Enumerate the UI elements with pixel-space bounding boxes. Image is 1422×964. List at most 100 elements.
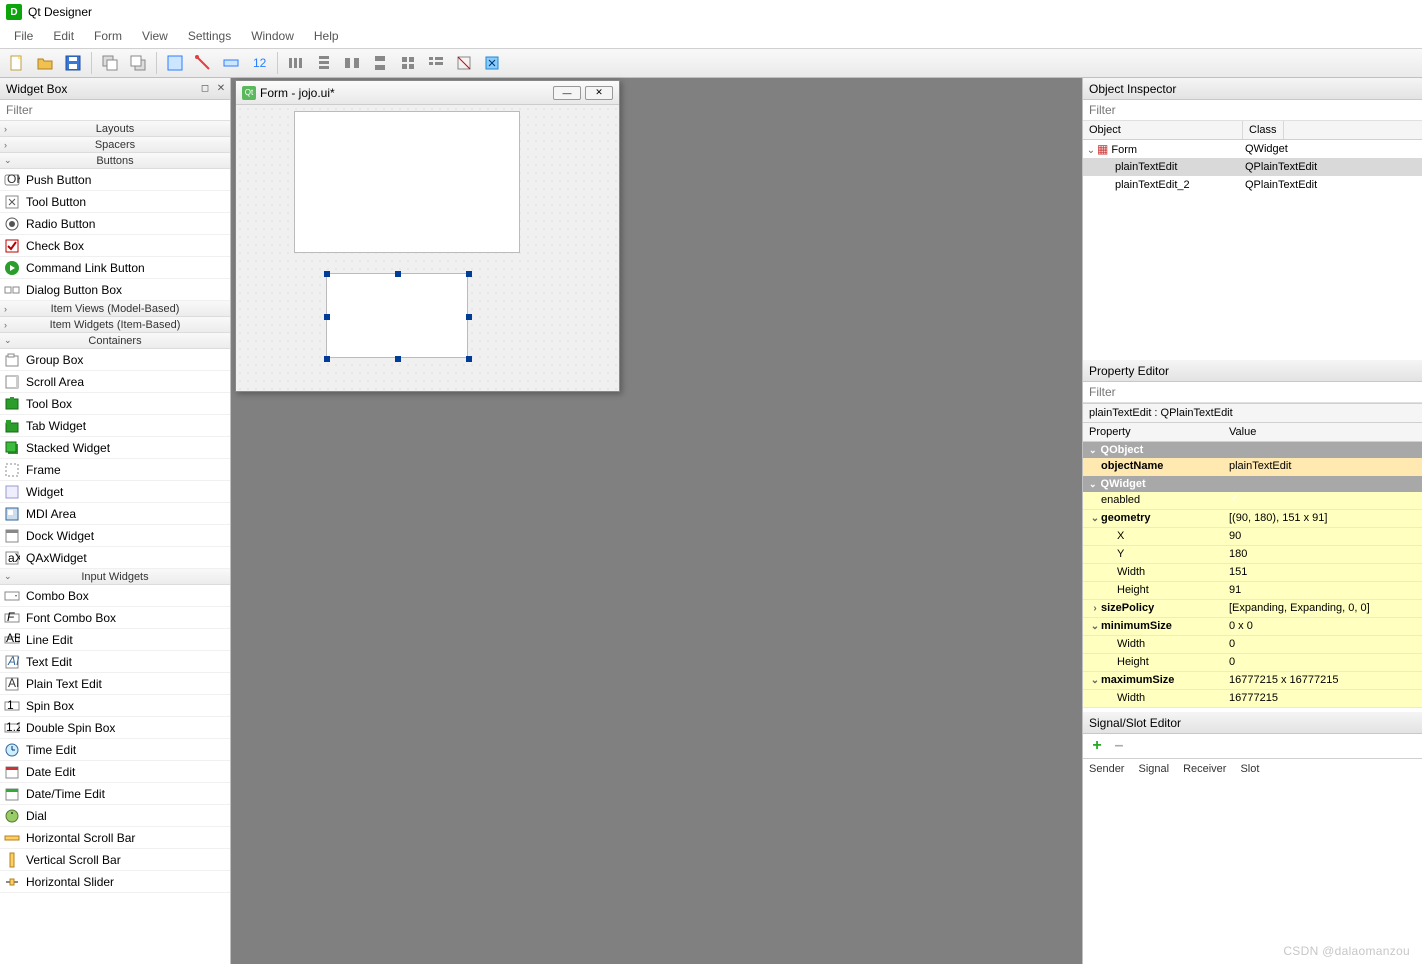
layout-hsplit-icon[interactable] bbox=[339, 50, 365, 76]
adjust-size-icon[interactable] bbox=[479, 50, 505, 76]
canvas-widget[interactable] bbox=[294, 111, 520, 253]
widget-item[interactable]: AIPlain Text Edit bbox=[0, 673, 230, 695]
close-icon[interactable]: ✕ bbox=[214, 82, 228, 96]
widget-item[interactable]: Group Box bbox=[0, 349, 230, 371]
category-layouts[interactable]: ›Layouts bbox=[0, 121, 230, 137]
edit-widgets-icon[interactable] bbox=[162, 50, 188, 76]
property-row[interactable]: Width151 bbox=[1083, 564, 1422, 582]
add-icon[interactable]: + bbox=[1089, 738, 1105, 754]
form-canvas[interactable] bbox=[236, 105, 619, 391]
category-spacers[interactable]: ›Spacers bbox=[0, 137, 230, 153]
widget-item[interactable]: Vertical Scroll Bar bbox=[0, 849, 230, 871]
widget-item[interactable]: Horizontal Scroll Bar bbox=[0, 827, 230, 849]
menu-window[interactable]: Window bbox=[241, 25, 304, 47]
new-icon[interactable] bbox=[4, 50, 30, 76]
minimize-icon[interactable]: — bbox=[553, 86, 581, 100]
inspector-tree[interactable]: ⌄▦ FormQWidgetplainTextEditQPlainTextEdi… bbox=[1083, 140, 1422, 360]
widget-item[interactable]: Stacked Widget bbox=[0, 437, 230, 459]
edit-signals-icon[interactable] bbox=[190, 50, 216, 76]
bring-front-icon[interactable] bbox=[125, 50, 151, 76]
property-group[interactable]: ⌄QObject bbox=[1083, 442, 1422, 458]
property-row[interactable]: Width0 bbox=[1083, 636, 1422, 654]
widget-box-filter[interactable] bbox=[0, 100, 230, 121]
resize-handle[interactable] bbox=[466, 271, 472, 277]
inspector-col-object[interactable]: Object bbox=[1083, 121, 1243, 139]
property-row[interactable]: ⌄geometry[(90, 180), 151 x 91] bbox=[1083, 510, 1422, 528]
widget-item[interactable]: aXQAxWidget bbox=[0, 547, 230, 569]
float-icon[interactable]: ◻ bbox=[198, 82, 212, 96]
sig-col-slot[interactable]: Slot bbox=[1240, 763, 1259, 775]
widget-item[interactable]: Radio Button bbox=[0, 213, 230, 235]
widget-item[interactable]: MDI Area bbox=[0, 503, 230, 525]
menu-view[interactable]: View bbox=[132, 25, 178, 47]
form-window-titlebar[interactable]: Qt Form - jojo.ui* — ✕ bbox=[236, 81, 619, 105]
widget-item[interactable]: AIText Edit bbox=[0, 651, 230, 673]
widget-item[interactable]: Scroll Area bbox=[0, 371, 230, 393]
widget-item[interactable]: OKPush Button bbox=[0, 169, 230, 191]
widget-item[interactable]: Frame bbox=[0, 459, 230, 481]
layout-vsplit-icon[interactable] bbox=[367, 50, 393, 76]
property-row[interactable]: Height0 bbox=[1083, 654, 1422, 672]
widget-item[interactable]: Dialog Button Box bbox=[0, 279, 230, 301]
property-row[interactable]: Y180 bbox=[1083, 546, 1422, 564]
menu-edit[interactable]: Edit bbox=[43, 25, 84, 47]
menu-help[interactable]: Help bbox=[304, 25, 349, 47]
widget-item[interactable]: Combo Box bbox=[0, 585, 230, 607]
widget-item[interactable]: 1.2Double Spin Box bbox=[0, 717, 230, 739]
widget-item[interactable]: Check Box bbox=[0, 235, 230, 257]
category-containers[interactable]: ⌄Containers bbox=[0, 333, 230, 349]
property-table[interactable]: ⌄QObjectobjectNameplainTextEdit⌄QWidgete… bbox=[1083, 442, 1422, 712]
save-icon[interactable] bbox=[60, 50, 86, 76]
canvas-widget[interactable] bbox=[326, 273, 468, 358]
inspector-filter[interactable] bbox=[1083, 100, 1422, 121]
widget-item[interactable]: Time Edit bbox=[0, 739, 230, 761]
widget-item[interactable]: ABILine Edit bbox=[0, 629, 230, 651]
property-row[interactable]: X90 bbox=[1083, 528, 1422, 546]
property-row[interactable]: enabled bbox=[1083, 492, 1422, 510]
widget-item[interactable]: Dock Widget bbox=[0, 525, 230, 547]
resize-handle[interactable] bbox=[395, 271, 401, 277]
property-row[interactable]: Height91 bbox=[1083, 582, 1422, 600]
send-back-icon[interactable] bbox=[97, 50, 123, 76]
widget-item[interactable]: Widget bbox=[0, 481, 230, 503]
break-layout-icon[interactable] bbox=[451, 50, 477, 76]
property-col-name[interactable]: Property bbox=[1083, 423, 1223, 441]
inspector-row[interactable]: plainTextEdit_2QPlainTextEdit bbox=[1083, 176, 1422, 194]
widget-item[interactable]: Tab Widget bbox=[0, 415, 230, 437]
property-row[interactable]: ⌄maximumSize16777215 x 16777215 bbox=[1083, 672, 1422, 690]
resize-handle[interactable] bbox=[324, 356, 330, 362]
sig-col-receiver[interactable]: Receiver bbox=[1183, 763, 1226, 775]
resize-handle[interactable] bbox=[324, 271, 330, 277]
widget-item[interactable]: Command Link Button bbox=[0, 257, 230, 279]
resize-handle[interactable] bbox=[466, 356, 472, 362]
inspector-row[interactable]: ⌄▦ FormQWidget bbox=[1083, 140, 1422, 158]
layout-h-icon[interactable] bbox=[283, 50, 309, 76]
widget-item[interactable]: Date Edit bbox=[0, 761, 230, 783]
menu-file[interactable]: File bbox=[4, 25, 43, 47]
layout-grid-icon[interactable] bbox=[395, 50, 421, 76]
widget-item[interactable]: Dial bbox=[0, 805, 230, 827]
edit-tab-order-icon[interactable]: 12 bbox=[246, 50, 272, 76]
widget-item[interactable]: Tool Button bbox=[0, 191, 230, 213]
property-col-value[interactable]: Value bbox=[1223, 423, 1262, 441]
layout-form-icon[interactable] bbox=[423, 50, 449, 76]
property-row[interactable]: objectNameplainTextEdit bbox=[1083, 458, 1422, 476]
widget-item[interactable]: 1Spin Box bbox=[0, 695, 230, 717]
widget-item[interactable]: FFont Combo Box bbox=[0, 607, 230, 629]
open-icon[interactable] bbox=[32, 50, 58, 76]
inspector-col-class[interactable]: Class bbox=[1243, 121, 1284, 139]
resize-handle[interactable] bbox=[395, 356, 401, 362]
inspector-row[interactable]: plainTextEditQPlainTextEdit bbox=[1083, 158, 1422, 176]
form-window[interactable]: Qt Form - jojo.ui* — ✕ bbox=[235, 80, 620, 392]
remove-icon[interactable]: – bbox=[1111, 738, 1127, 754]
property-row[interactable]: ⌄minimumSize0 x 0 bbox=[1083, 618, 1422, 636]
category-buttons[interactable]: ⌄Buttons bbox=[0, 153, 230, 169]
sig-col-signal[interactable]: Signal bbox=[1138, 763, 1169, 775]
edit-buddies-icon[interactable] bbox=[218, 50, 244, 76]
property-row[interactable]: ›sizePolicy[Expanding, Expanding, 0, 0] bbox=[1083, 600, 1422, 618]
resize-handle[interactable] bbox=[324, 314, 330, 320]
property-group[interactable]: ⌄QWidget bbox=[1083, 476, 1422, 492]
menu-form[interactable]: Form bbox=[84, 25, 132, 47]
widget-item[interactable]: Date/Time Edit bbox=[0, 783, 230, 805]
close-icon[interactable]: ✕ bbox=[585, 86, 613, 100]
